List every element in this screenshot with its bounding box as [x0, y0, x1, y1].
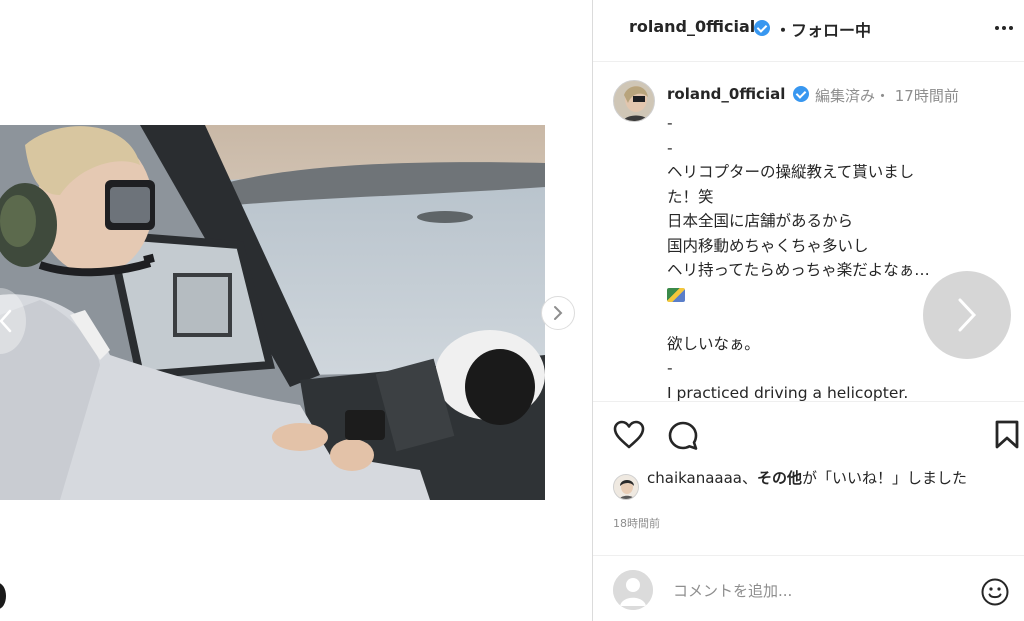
verified-badge-icon: [754, 20, 770, 36]
likes-separator: 、: [742, 469, 758, 487]
caption-meta: 編集済み・ 17時間前: [815, 87, 959, 105]
comment-input[interactable]: [673, 578, 953, 604]
chevron-right-icon: [958, 298, 977, 332]
caption-line: ヘリコプターの操縦教えて貰いまし: [667, 163, 915, 181]
caption-line: た！笑: [667, 187, 714, 206]
header-username[interactable]: roland_0fficial: [629, 17, 755, 36]
current-user-avatar: [613, 570, 653, 610]
post-details-panel: roland_0fficial ・フォロー中 roland_0fficial 編…: [592, 0, 1024, 621]
heart-icon[interactable]: [613, 420, 645, 450]
more-options-icon[interactable]: [995, 26, 1013, 30]
comment-bar: [593, 555, 1024, 621]
caption-line: ヘリ持ってたらめっちゃ楽だよなぁ…: [667, 261, 930, 279]
avatar-image: [614, 81, 654, 121]
caption-line: I practiced driving a helicopter.: [667, 383, 909, 402]
liker-avatar[interactable]: [613, 474, 639, 500]
chevron-left-icon: [0, 309, 12, 333]
caption-line: -: [667, 359, 673, 377]
likes-others-link[interactable]: その他: [757, 469, 802, 487]
bookmark-icon[interactable]: [994, 420, 1020, 450]
likes-suffix: が「いいね！」しました: [802, 469, 968, 487]
emoji-icon: [667, 287, 685, 302]
follow-status[interactable]: ・フォロー中: [775, 17, 871, 41]
avatar[interactable]: [613, 80, 655, 122]
post-photo[interactable]: [0, 125, 545, 500]
caption-username[interactable]: roland_0fficial: [667, 85, 785, 103]
smiley-icon[interactable]: [980, 577, 1010, 607]
post-media-area: [0, 0, 590, 621]
caption-line: -: [667, 114, 673, 132]
next-post-button[interactable]: [923, 271, 1011, 359]
caption-section: roland_0fficial 編集済み・ 17時間前 - - ヘリコプターの操…: [593, 63, 1024, 401]
liker-username[interactable]: chaikanaaaa: [647, 469, 742, 487]
caption-line: 日本全国に店舗があるから: [667, 212, 854, 230]
verified-badge-icon: [793, 86, 809, 102]
caption-line: 国内移動めちゃくちゃ多いし: [667, 236, 869, 255]
corner-indicator: [0, 583, 6, 609]
post-timestamp[interactable]: 18時間前: [613, 515, 660, 531]
comment-icon[interactable]: [667, 420, 699, 452]
post-header: roland_0fficial ・フォロー中: [593, 0, 1024, 62]
caption-line: -: [667, 138, 673, 157]
next-image-button[interactable]: [541, 296, 575, 330]
action-bar: [593, 401, 1024, 471]
default-avatar-icon: [613, 570, 653, 610]
caption-text: - - ヘリコプターの操縦教えて貰いまし た！笑 日本全国に店舗があるから 国内…: [667, 111, 987, 401]
likes-text: chaikanaaaa、その他が「いいね！」しました: [647, 466, 1017, 490]
chevron-right-icon: [554, 306, 563, 320]
helicopter-cockpit-image: [0, 125, 545, 500]
liker-avatar-image: [614, 475, 638, 499]
